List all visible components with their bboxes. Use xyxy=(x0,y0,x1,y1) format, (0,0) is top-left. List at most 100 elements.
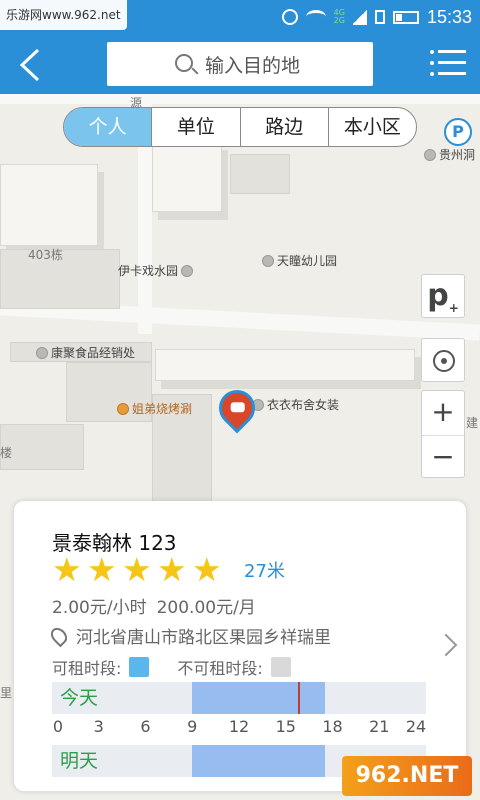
building xyxy=(0,424,84,470)
search-icon xyxy=(175,54,193,72)
location-pin-icon xyxy=(47,624,71,647)
zoom-out-button[interactable]: − xyxy=(422,435,464,479)
top-nav-bar: 输入目的地 xyxy=(0,34,480,94)
price-hourly: 2.00元/小时 xyxy=(52,598,147,618)
hour-tick-label: 15 xyxy=(275,717,296,736)
current-time-marker xyxy=(298,682,301,714)
car-icon xyxy=(230,402,245,413)
hour-tick-label: 18 xyxy=(322,717,343,736)
parking-location-pin[interactable] xyxy=(211,382,263,434)
map-label-li: 里 xyxy=(0,686,13,700)
map-label-403: 403栋 xyxy=(28,248,63,262)
price-row: 2.00元/小时 200.00元/月 xyxy=(52,593,256,618)
today-label: 今天 xyxy=(60,687,99,709)
poi-icon xyxy=(262,254,274,267)
poi-label: 伊卡戏水园 xyxy=(118,264,179,278)
destination-search-input[interactable]: 输入目的地 xyxy=(107,42,373,86)
building xyxy=(0,164,98,246)
hour-tick-label: 12 xyxy=(228,717,250,736)
legend-unavailable-label: 不可租时段: xyxy=(177,659,263,678)
poi-icon xyxy=(424,148,436,161)
poi-icon xyxy=(36,346,48,359)
search-placeholder: 输入目的地 xyxy=(205,54,301,77)
hour-axis: 0 3 6 9 12 15 18 21 24 xyxy=(52,717,426,737)
status-bar: 乐游网www.962.net 4G 2G 15:33 xyxy=(0,0,480,34)
hour-tick-label: 9 xyxy=(187,717,198,736)
poi-label: 天瞳幼儿园 xyxy=(277,254,338,268)
legend-available-swatch xyxy=(129,657,150,677)
wifi-icon xyxy=(305,10,326,24)
poi-label: 贵州洞 xyxy=(439,148,476,162)
menu-dot xyxy=(430,61,434,65)
hour-tick-label: 0 xyxy=(52,717,64,736)
legend-available-label: 可租时段: xyxy=(52,659,122,678)
locate-me-button[interactable] xyxy=(421,338,465,382)
poi-kangju[interactable]: 康聚食品经销处 xyxy=(36,344,135,361)
site-watermark: 乐游网www.962.net xyxy=(0,0,127,30)
network-type-icon: 4G 2G xyxy=(334,9,345,25)
list-menu-button[interactable] xyxy=(430,48,466,78)
chevron-right-icon[interactable] xyxy=(434,633,458,657)
menu-line xyxy=(438,61,466,64)
chevron-left-icon xyxy=(19,48,40,82)
star-icon: ★ xyxy=(157,550,187,589)
signal-icon xyxy=(352,9,367,25)
poi-icon xyxy=(181,264,194,277)
site-logo-watermark: 962.NET 乐游网 xyxy=(342,756,472,796)
availability-legend: 可租时段: 不可租时段: xyxy=(52,655,291,679)
tab-roadside[interactable]: 路边 xyxy=(239,108,328,146)
menu-line xyxy=(438,50,466,53)
zoom-in-button[interactable]: + xyxy=(422,391,464,435)
poi-yika[interactable]: 伊卡戏水园 xyxy=(118,262,194,279)
star-icon: ★ xyxy=(87,550,117,589)
parking-button[interactable]: p+ xyxy=(421,274,465,318)
alarm-icon xyxy=(281,9,298,25)
road xyxy=(0,94,480,104)
menu-line xyxy=(438,72,466,75)
parking-plus: + xyxy=(448,301,459,315)
distance: 27米 xyxy=(244,561,285,582)
crosshair-icon xyxy=(433,350,455,372)
poi-jiedi-bbq[interactable]: 姐弟烧烤涮 xyxy=(117,400,192,417)
building xyxy=(152,142,222,212)
map-label-lou: 楼 xyxy=(0,446,13,460)
hour-tick-label: 24 xyxy=(405,717,427,736)
tab-company[interactable]: 单位 xyxy=(151,108,239,146)
tomorrow-available-block xyxy=(192,745,325,777)
star-icon: ★ xyxy=(192,550,222,589)
hour-tick-label: 21 xyxy=(369,717,390,736)
fork-knife-icon xyxy=(117,402,129,415)
parking-glyph: p xyxy=(427,278,449,313)
poi-label: 衣衣布舍女装 xyxy=(267,398,340,412)
clock: 15:33 xyxy=(426,6,472,27)
poi-guizhou[interactable]: 贵州洞 xyxy=(424,146,475,163)
parking-info-card[interactable]: 景泰翰林 123 ★ ★ ★ ★ ★ 27米 2.00元/小时 200.00元/月 河北省… xyxy=(14,501,466,791)
address-row: 河北省唐山市路北区果园乡祥瑞里 xyxy=(47,623,331,648)
menu-dot xyxy=(430,72,434,76)
tab-community[interactable]: 本小区 xyxy=(327,108,416,146)
menu-dot xyxy=(430,50,434,54)
zoom-control: + − xyxy=(421,390,465,478)
parking-type-tabs: 个人 单位 路边 本小区 xyxy=(63,107,417,147)
status-icons: 4G 2G 15:33 xyxy=(281,0,472,34)
back-button[interactable] xyxy=(10,44,50,84)
net-label-bottom: 2G xyxy=(333,16,345,25)
hour-tick-label: 3 xyxy=(93,717,104,736)
poi-label: 姐弟烧烤涮 xyxy=(132,402,193,416)
battery-icon xyxy=(392,10,419,24)
poi-tiantong-kindergarten[interactable]: 天瞳幼儿园 xyxy=(262,252,337,269)
address-text: 河北省唐山市路北区果园乡祥瑞里 xyxy=(76,628,331,648)
poi-yiyi[interactable]: 衣衣布舍女装 xyxy=(252,396,339,413)
parking-marker-icon[interactable]: P xyxy=(444,118,472,146)
rating-stars: ★ ★ ★ ★ ★ xyxy=(52,553,225,586)
tab-personal[interactable]: 个人 xyxy=(64,108,152,146)
map-label-jian: 建 xyxy=(466,416,479,430)
star-icon: ★ xyxy=(122,550,152,589)
hour-tick-label: 6 xyxy=(140,717,151,736)
building xyxy=(155,349,415,381)
poi-label: 康聚食品经销处 xyxy=(51,346,136,360)
today-timeline: 今天 xyxy=(52,682,426,714)
map-label-yuan: 源 xyxy=(130,96,143,110)
tomorrow-label: 明天 xyxy=(60,750,99,772)
price-monthly: 200.00元/月 xyxy=(156,598,256,618)
